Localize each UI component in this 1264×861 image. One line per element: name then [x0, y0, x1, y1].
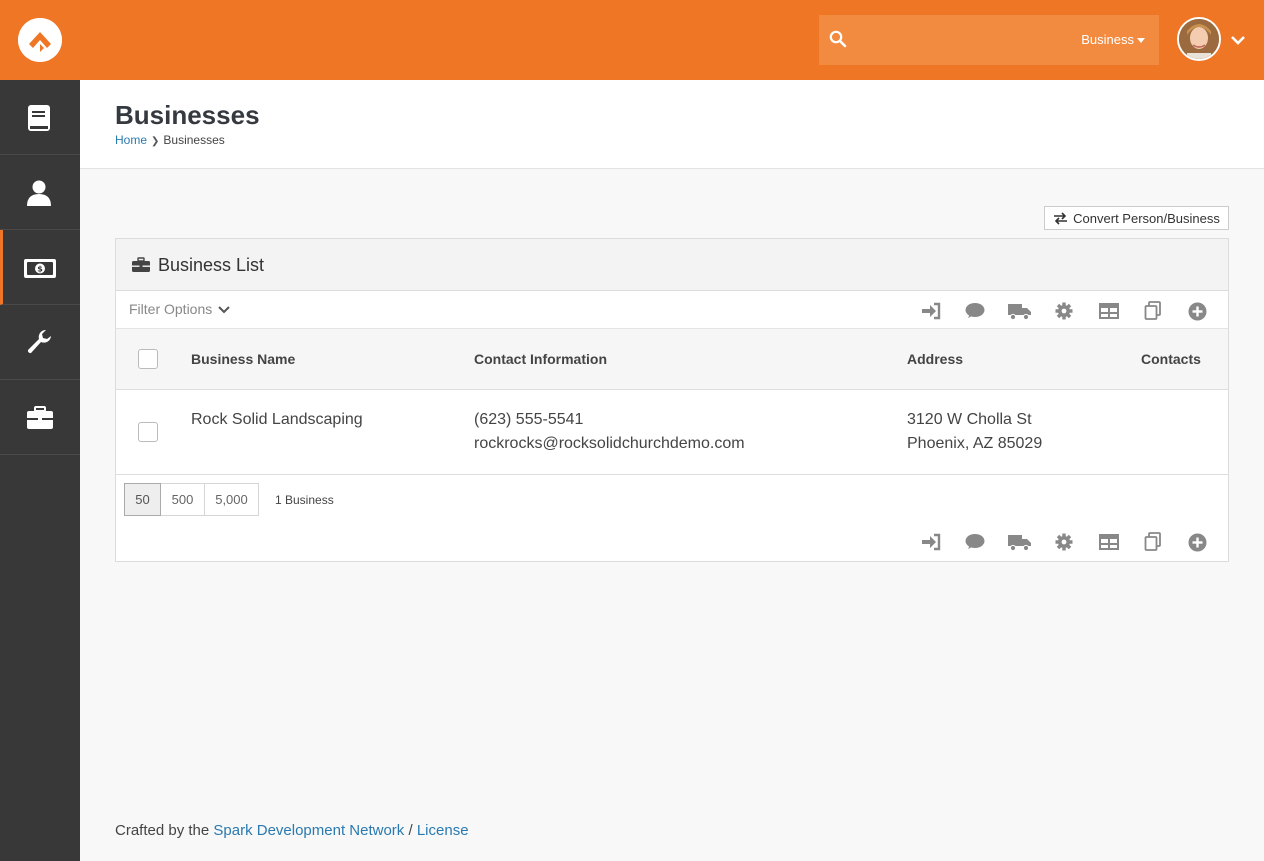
- sidebar-item-people[interactable]: [0, 155, 80, 230]
- address-line2: Phoenix, AZ 85029: [907, 435, 1043, 452]
- filter-options-label: Filter Options: [129, 301, 213, 317]
- spark-network-link[interactable]: Spark Development Network: [213, 822, 404, 839]
- search-scope-label: Business: [1081, 32, 1134, 47]
- page-size-500[interactable]: 500: [160, 483, 205, 516]
- grid-actions-top: [909, 300, 1221, 322]
- user-avatar[interactable]: [1177, 17, 1221, 61]
- column-header-business-name[interactable]: Business Name: [191, 351, 295, 367]
- top-navbar: Business: [0, 0, 1264, 80]
- page-size-selector: 50 500 5,000: [124, 483, 259, 516]
- sidebar-item-admin[interactable]: [0, 380, 80, 455]
- wrench-icon: [27, 329, 51, 354]
- page-size-5000[interactable]: 5,000: [204, 483, 259, 516]
- rock-logo-icon[interactable]: [18, 18, 62, 62]
- merge-icon[interactable]: [909, 531, 954, 553]
- merge-icon[interactable]: [909, 300, 954, 322]
- user-icon: [27, 180, 51, 206]
- item-count: 1 Business: [275, 493, 334, 507]
- convert-person-business-button[interactable]: Convert Person/Business: [1044, 206, 1229, 230]
- filter-options-toggle[interactable]: Filter Options: [129, 301, 230, 317]
- svg-text:$: $: [37, 265, 43, 274]
- column-header-contact-information[interactable]: Contact Information: [474, 351, 607, 367]
- chevron-down-icon: [218, 306, 230, 314]
- money-icon: $: [24, 259, 56, 278]
- communicate-icon[interactable]: [953, 300, 998, 322]
- chevron-down-icon[interactable]: [1229, 31, 1247, 49]
- panel-heading: Business List: [116, 239, 1228, 291]
- license-link[interactable]: License: [417, 822, 469, 839]
- column-header-contacts[interactable]: Contacts: [1141, 351, 1201, 367]
- communicate-icon[interactable]: [953, 531, 998, 553]
- add-icon[interactable]: [1176, 531, 1221, 553]
- truck-icon[interactable]: [998, 300, 1043, 322]
- address-cell: 3120 W Cholla St Phoenix, AZ 85029: [907, 408, 1042, 456]
- column-header-address[interactable]: Address: [907, 351, 963, 367]
- select-all-checkbox[interactable]: [138, 349, 158, 369]
- grid-icon[interactable]: [1087, 531, 1132, 553]
- add-icon[interactable]: [1176, 300, 1221, 322]
- gear-icon[interactable]: [1042, 300, 1087, 322]
- briefcase-icon: [27, 406, 53, 429]
- convert-button-label: Convert Person/Business: [1073, 210, 1220, 226]
- footer-prefix: Crafted by the: [115, 822, 214, 839]
- email-text: rockrocks@rocksolidchurchdemo.com: [474, 435, 745, 452]
- truck-icon[interactable]: [998, 531, 1043, 553]
- copy-icon[interactable]: [1131, 300, 1176, 322]
- business-list-panel: Business List Filter Options Business Na…: [115, 238, 1229, 562]
- grid-header-row: Business Name Contact Information Addres…: [116, 329, 1228, 390]
- briefcase-icon: [132, 257, 150, 272]
- page-size-50[interactable]: 50: [124, 483, 161, 516]
- breadcrumb: Home ❯ Businesses: [115, 133, 225, 147]
- sidebar-item-book[interactable]: [0, 80, 80, 155]
- panel-title: Business List: [158, 255, 265, 275]
- grid-icon[interactable]: [1087, 300, 1132, 322]
- footer-separator: /: [404, 822, 417, 839]
- breadcrumb-current: Businesses: [163, 133, 225, 147]
- sidebar-item-finance[interactable]: $: [0, 230, 80, 305]
- copy-icon[interactable]: [1131, 531, 1176, 553]
- phone-text: (623) 555-5541: [474, 411, 584, 428]
- breadcrumb-home-link[interactable]: Home: [115, 133, 147, 147]
- contact-info-cell: (623) 555-5541 rockrocks@rocksolidchurch…: [474, 408, 745, 456]
- exchange-icon: [1054, 211, 1068, 225]
- sidebar: $: [0, 80, 80, 861]
- table-row[interactable]: Rock Solid Landscaping (623) 555-5541 ro…: [116, 390, 1228, 475]
- address-line1: 3120 W Cholla St: [907, 411, 1032, 428]
- caret-down-icon: [1137, 38, 1145, 44]
- page-title: Businesses: [115, 100, 260, 130]
- business-name-cell: Rock Solid Landscaping: [191, 411, 363, 428]
- search-input[interactable]: [859, 27, 1069, 53]
- book-icon: [28, 105, 50, 131]
- grid-actions-bottom: [909, 531, 1221, 553]
- search-icon[interactable]: [829, 30, 847, 48]
- gear-icon[interactable]: [1042, 531, 1087, 553]
- footer: Crafted by the Spark Development Network…: [115, 822, 469, 839]
- search-scope-dropdown[interactable]: Business: [1081, 32, 1145, 47]
- sidebar-item-tools[interactable]: [0, 305, 80, 380]
- row-select-checkbox[interactable]: [138, 422, 158, 442]
- page-header: Businesses Home ❯ Businesses: [80, 80, 1264, 169]
- chevron-right-icon: ❯: [151, 136, 160, 147]
- search-box: Business: [819, 15, 1159, 65]
